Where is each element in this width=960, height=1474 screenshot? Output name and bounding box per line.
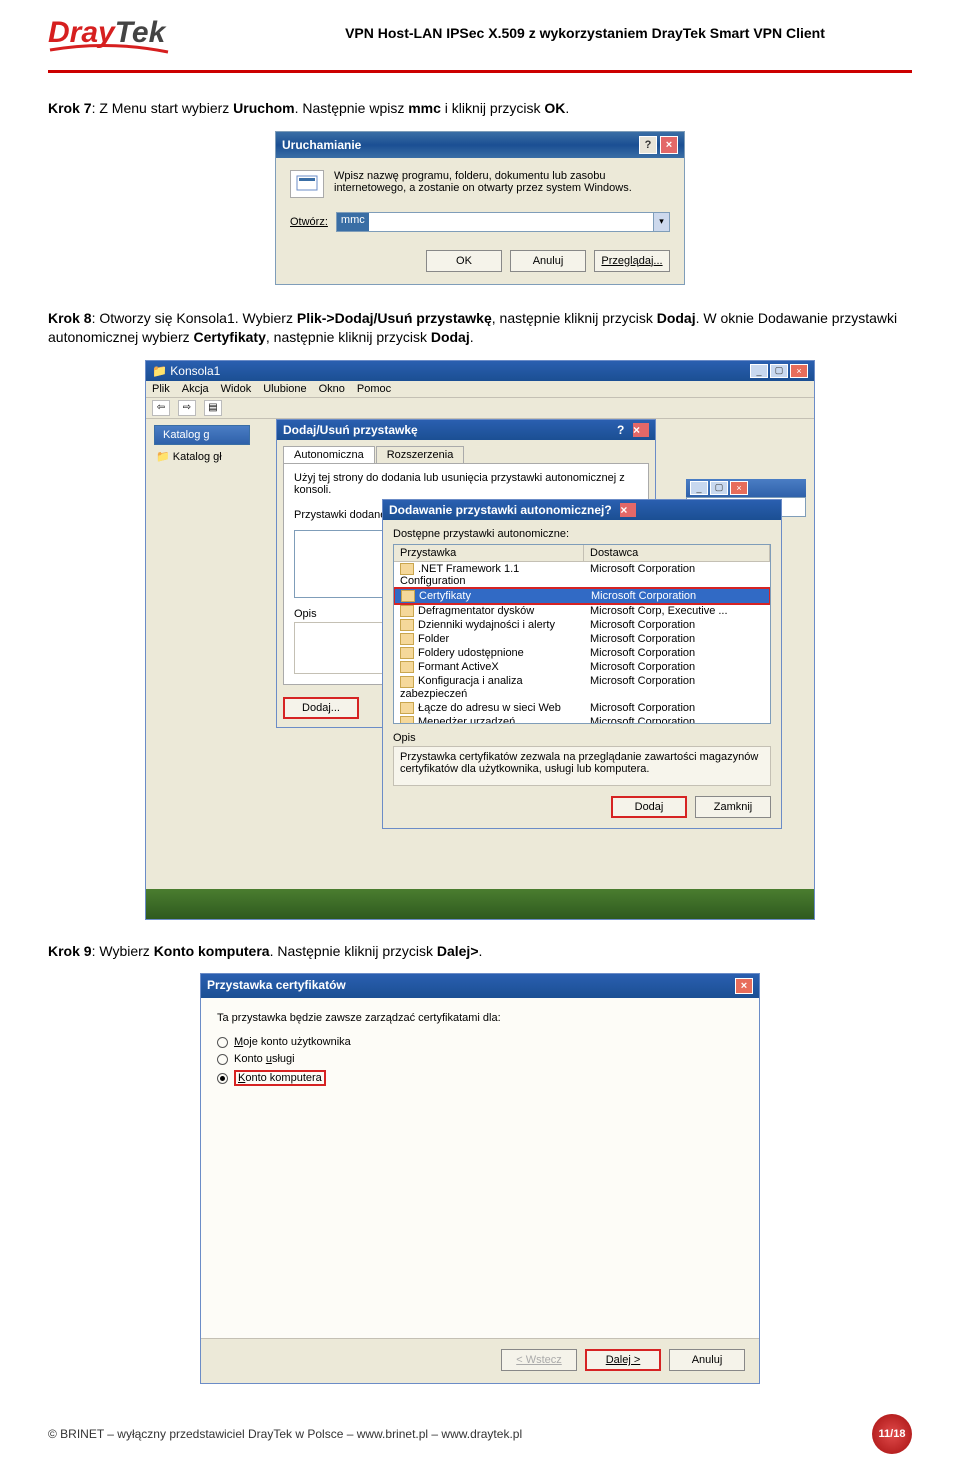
radio-label: Moje konto użytkownika [234,1036,351,1048]
radio-label: Konto komputera [234,1070,326,1086]
list-item[interactable]: CertyfikatyMicrosoft Corporation [393,587,771,605]
minimize-icon[interactable]: _ [750,364,768,378]
back-button: < Wstecz [501,1349,577,1371]
radio-icon[interactable] [217,1073,228,1084]
list-item[interactable]: Menedżer urządzeńMicrosoft Corporation [394,715,770,724]
list-item[interactable]: Łącze do adresu w sieci WebMicrosoft Cor… [394,701,770,715]
minimize-icon[interactable]: _ [690,481,708,495]
close-icon[interactable]: × [633,423,649,437]
list-item[interactable]: Konfiguracja i analiza zabezpieczeńMicro… [394,674,770,700]
list-item[interactable]: Formant ActiveXMicrosoft Corporation [394,660,770,674]
list-item[interactable]: Dzienniki wydajności i alertyMicrosoft C… [394,618,770,632]
mmc-menubar: Plik Akcja Widok Ulubione Okno Pomoc [146,381,814,398]
close-icon[interactable]: × [620,503,636,517]
radio-icon[interactable] [217,1037,228,1048]
browse-button[interactable]: Przeglądaj... [594,250,670,272]
radio-label: Konto usługi [234,1053,295,1065]
help-icon[interactable]: ? [604,503,620,517]
addremove-titlebar: Dodaj/Usuń przystawkę ? × [277,420,655,440]
help-icon[interactable]: ? [639,136,657,154]
addremove-note: Użyj tej strony do dodania lub usunięcia… [294,472,638,496]
list-item[interactable]: FolderMicrosoft Corporation [394,632,770,646]
list-item[interactable]: .NET Framework 1.1 ConfigurationMicrosof… [394,562,770,588]
cancel-button[interactable]: Anuluj [510,250,586,272]
maximize-icon[interactable]: ▢ [710,481,728,495]
cert-intro: Ta przystawka będzie zawsze zarządzać ce… [217,1012,743,1024]
radio-icon[interactable] [217,1054,228,1065]
radio-option[interactable]: Konto komputera [217,1070,743,1086]
maximize-icon[interactable]: ▢ [770,364,788,378]
step9-text: Krok 9: Wybierz Konto komputera. Następn… [48,942,912,962]
mmc-titlebar: 📁 Konsola1 _ ▢ × [146,361,814,381]
folder-icon: 📁 [152,364,170,378]
page-number-badge: 11/18 [872,1414,912,1454]
run-icon [290,170,324,198]
window-buttons: _ ▢ × [750,364,808,378]
sa-list[interactable]: Przystawka Dostawca .NET Framework 1.1 C… [393,544,771,724]
close-icon[interactable]: × [735,978,753,994]
chevron-down-icon[interactable]: ▾ [653,213,669,231]
radio-option[interactable]: Moje konto użytkownika [217,1036,743,1048]
add-button[interactable]: Dodaj... [283,697,359,719]
menu-ulubione[interactable]: Ulubione [263,383,306,395]
back-icon[interactable]: ⇦ [152,400,170,416]
run-open-combo[interactable]: mmc ▾ [336,212,670,232]
sa-col-przystawka: Przystawka [394,545,584,561]
tree-item-root[interactable]: 📁 Katalog gł [156,449,222,464]
cert-snapin-dialog: Przystawka certyfikatów × Ta przystawka … [200,973,760,1384]
help-icon[interactable]: ? [617,423,633,437]
run-open-value: mmc [337,213,369,231]
forward-icon[interactable]: ⇨ [178,400,196,416]
list-icon[interactable]: ▤ [204,400,222,416]
sa-avail-label: Dostępne przystawki autonomiczne: [393,528,771,540]
list-item[interactable]: Defragmentator dyskówMicrosoft Corp, Exe… [394,604,770,618]
close-icon[interactable]: × [730,481,748,495]
draytek-logo: DrayTek [48,10,248,56]
page-header: DrayTek VPN Host-LAN IPSec X.509 z wykor… [48,0,912,64]
header-divider [48,70,912,73]
run-dialog: Uruchamianie ? × Wpisz nazwę programu, f… [275,131,685,285]
menu-akcja[interactable]: Akcja [182,383,209,395]
add-button[interactable]: Dodaj [611,796,687,818]
menu-plik[interactable]: Plik [152,383,170,395]
mmc-title-text: Konsola1 [170,364,220,378]
run-desc: Wpisz nazwę programu, folderu, dokumentu… [334,170,670,194]
cert-titlebar: Przystawka certyfikatów × [201,974,759,998]
cancel-button[interactable]: Anuluj [669,1349,745,1371]
run-open-label: Otwórz: [290,216,328,228]
mmc-window: 📁 Konsola1 _ ▢ × Plik Akcja Widok Ulubio… [145,360,815,920]
radio-option[interactable]: Konto usługi [217,1053,743,1065]
run-titlebar: Uruchamianie ? × [276,132,684,158]
page-title: VPN Host-LAN IPSec X.509 z wykorzystanie… [248,25,912,41]
desktop-grass [146,889,814,919]
sa-col-dostawca: Dostawca [584,545,770,561]
footer-text: © BRINET – wyłączny przedstawiciel DrayT… [48,1427,872,1441]
next-button[interactable]: Dalej > [585,1349,661,1371]
sa-opis-label: Opis [393,732,771,744]
menu-pomoc[interactable]: Pomoc [357,383,391,395]
run-title: Uruchamianie [282,138,361,152]
sa-opis-text: Przystawka certyfikatów zezwala na przeg… [393,746,771,786]
close-button[interactable]: Zamknij [695,796,771,818]
mmc-toolbar: ⇦ ⇨ ▤ [146,398,814,419]
tab-rozszerzenia[interactable]: Rozszerzenia [376,446,465,463]
ok-button[interactable]: OK [426,250,502,272]
tab-autonomiczna[interactable]: Autonomiczna [283,446,375,463]
standalone-titlebar: Dodawanie przystawki autonomicznej ? × [383,500,781,520]
standalone-dialog: Dodawanie przystawki autonomicznej ? × D… [382,499,782,829]
close-icon[interactable]: × [660,136,678,154]
list-item[interactable]: Foldery udostępnioneMicrosoft Corporatio… [394,646,770,660]
catalog-header: Katalog g [154,425,250,445]
step7-text: Krok 7: Z Menu start wybierz Uruchom. Na… [48,99,912,119]
menu-widok[interactable]: Widok [221,383,252,395]
mmc-tree: 📁 Katalog gł [156,449,222,464]
menu-okno[interactable]: Okno [319,383,345,395]
step8-text: Krok 8: Otworzy się Konsola1. Wybierz Pl… [48,309,912,348]
close-icon[interactable]: × [790,364,808,378]
page-footer: © BRINET – wyłączny przedstawiciel DrayT… [48,1414,912,1454]
